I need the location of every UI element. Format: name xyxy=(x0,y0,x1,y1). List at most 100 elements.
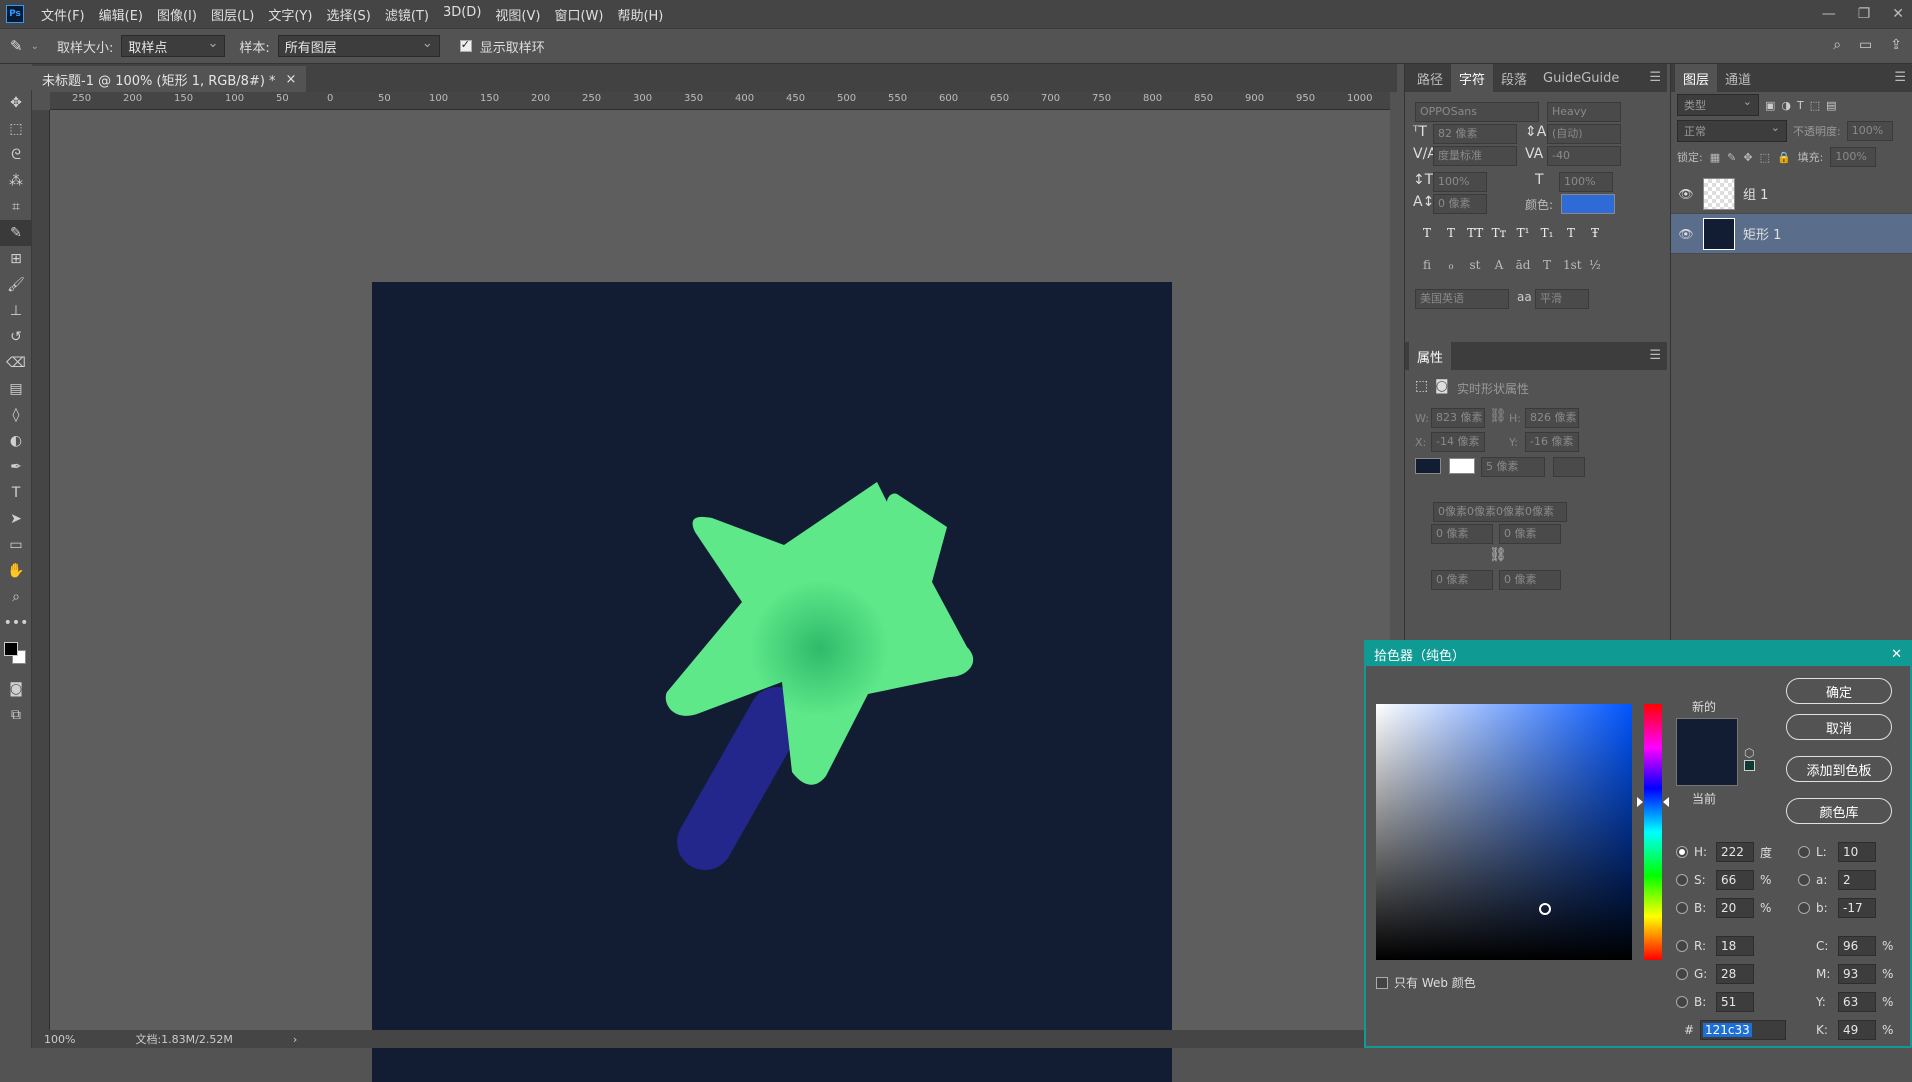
corner-radius-tr-field[interactable]: 0 像素 xyxy=(1499,524,1561,544)
dodge-tool-icon[interactable]: ◐ xyxy=(0,428,32,454)
quick-mask-icon[interactable]: ◙ xyxy=(0,676,32,702)
blend-mode-select[interactable]: 正常 xyxy=(1677,120,1787,142)
corner-radius-tl-field[interactable]: 0 像素 xyxy=(1431,524,1493,544)
leading-field[interactable]: (自动) xyxy=(1547,124,1621,144)
opentype-button[interactable]: A xyxy=(1491,258,1507,272)
menu-item[interactable]: 帮助(H) xyxy=(610,5,670,24)
healing-tool-icon[interactable]: ⊞ xyxy=(0,246,32,272)
y-field[interactable]: -16 像素 xyxy=(1525,432,1579,452)
link-icon[interactable]: ⛓ xyxy=(1489,408,1507,424)
baseline-field[interactable]: 0 像素 xyxy=(1433,194,1487,214)
horizontal-scale-field[interactable]: 100% xyxy=(1559,172,1613,192)
type-style-button[interactable]: Ŧ xyxy=(1587,226,1603,240)
menu-item[interactable]: 视图(V) xyxy=(488,5,547,24)
document-tab[interactable]: 未标题-1 @ 100% (矩形 1, RGB/8#) * × xyxy=(32,66,307,92)
brush-tool-icon[interactable]: 🖌 xyxy=(0,272,32,298)
filter-smart-icon[interactable]: ▤ xyxy=(1826,99,1836,112)
close-icon[interactable]: ✕ xyxy=(1892,6,1904,22)
blur-tool-icon[interactable]: ◊ xyxy=(0,402,32,428)
show-ring-checkbox[interactable] xyxy=(459,38,472,52)
filter-shape-icon[interactable]: ⬚ xyxy=(1810,99,1820,112)
a-input[interactable]: 2 xyxy=(1838,870,1876,890)
opentype-button[interactable]: ℴ xyxy=(1443,258,1459,272)
add-to-swatches-button[interactable]: 添加到色板 xyxy=(1786,756,1892,782)
hand-tool-icon[interactable]: ✋ xyxy=(0,558,32,584)
layers-menu-icon[interactable]: ☰ xyxy=(1894,70,1906,85)
font-size-field[interactable]: 82 像素 xyxy=(1433,124,1517,144)
panel-menu-icon[interactable]: ☰ xyxy=(1649,70,1661,85)
history-brush-icon[interactable]: ↺ xyxy=(0,324,32,350)
lock-all-icon[interactable]: 🔒 xyxy=(1777,151,1791,164)
minimize-icon[interactable]: — xyxy=(1822,6,1836,22)
web-safe-swatch[interactable] xyxy=(1744,760,1755,771)
gradient-tool-icon[interactable]: ▤ xyxy=(0,376,32,402)
character-panel-tab[interactable]: 路径 xyxy=(1409,64,1451,92)
tracking-field[interactable]: -40 xyxy=(1547,146,1621,166)
k-input[interactable]: 49 xyxy=(1838,1020,1876,1040)
opentype-button[interactable]: 1st xyxy=(1563,258,1582,272)
hue-slider[interactable] xyxy=(1637,704,1669,960)
brightness-input[interactable]: 20 xyxy=(1716,898,1754,918)
lock-artboard-icon[interactable]: ⬚ xyxy=(1760,151,1770,164)
move-tool-icon[interactable]: ✥ xyxy=(0,90,32,116)
lock-pixels-icon[interactable]: ✎ xyxy=(1727,151,1736,164)
layer-row-rectangle[interactable]: 👁 矩形 1 xyxy=(1671,214,1912,254)
stroke-size-field[interactable]: 5 像素 xyxy=(1481,457,1545,477)
artboard[interactable] xyxy=(372,282,1172,1082)
lab-b-input[interactable]: -17 xyxy=(1838,898,1876,918)
h-input[interactable]: 222 xyxy=(1716,842,1754,862)
hue-handle-right[interactable] xyxy=(1663,797,1669,808)
a-radio[interactable] xyxy=(1798,874,1810,886)
type-style-button[interactable]: T xyxy=(1443,226,1459,240)
close-tab-icon[interactable]: × xyxy=(286,72,297,87)
pen-tool-icon[interactable]: ✒ xyxy=(0,454,32,480)
language-select[interactable]: 美国英语 xyxy=(1415,289,1509,309)
g-radio[interactable] xyxy=(1676,968,1688,980)
path-select-tool-icon[interactable]: ➤ xyxy=(0,506,32,532)
blue-radio[interactable] xyxy=(1676,996,1688,1008)
width-field[interactable]: 823 像素 xyxy=(1431,408,1485,428)
stamp-tool-icon[interactable]: ⊥ xyxy=(0,298,32,324)
type-style-button[interactable]: T₁ xyxy=(1539,226,1555,240)
zoom-tool-icon[interactable]: ⌕ xyxy=(0,584,32,610)
menu-item[interactable]: 3D(D) xyxy=(436,5,488,24)
r-radio[interactable] xyxy=(1676,940,1688,952)
opentype-button[interactable]: T xyxy=(1539,258,1555,272)
character-panel-tab[interactable]: 字符 xyxy=(1451,64,1494,92)
chevron-down-icon[interactable]: ⌄ xyxy=(31,41,39,52)
dialog-titlebar[interactable]: 拾色器（纯色） ✕ xyxy=(1366,642,1910,666)
web-only-checkbox[interactable] xyxy=(1376,976,1388,989)
sample-select[interactable]: 所有图层 xyxy=(277,35,440,57)
foreground-color-swatch[interactable] xyxy=(4,642,18,656)
type-style-button[interactable]: T xyxy=(1563,226,1579,240)
marquee-tool-icon[interactable]: ⬚ xyxy=(0,116,32,142)
lasso-tool-icon[interactable]: ᘓ xyxy=(0,142,32,168)
search-icon[interactable]: ⌕ xyxy=(1833,37,1841,53)
g-input[interactable]: 28 xyxy=(1716,964,1754,984)
color-swatches[interactable] xyxy=(0,636,32,676)
kerning-field[interactable]: 度量标准 xyxy=(1433,146,1517,166)
color-libraries-button[interactable]: 颜色库 xyxy=(1786,798,1892,824)
cancel-button[interactable]: 取消 xyxy=(1786,714,1892,740)
s-radio[interactable] xyxy=(1676,874,1688,886)
link-radius-icon[interactable]: ⛓ xyxy=(1489,547,1507,563)
s-input[interactable]: 66 xyxy=(1716,870,1754,890)
canvas-area[interactable] xyxy=(50,110,1390,1082)
font-style-select[interactable]: Heavy xyxy=(1547,102,1621,122)
type-style-button[interactable]: T xyxy=(1419,226,1435,240)
menu-item[interactable]: 文件(F) xyxy=(34,5,92,24)
r-input[interactable]: 18 xyxy=(1716,936,1754,956)
filter-adjust-icon[interactable]: ◑ xyxy=(1781,99,1791,112)
fill-color-swatch[interactable] xyxy=(1415,458,1441,474)
lock-position-icon[interactable]: ✥ xyxy=(1743,151,1752,164)
opentype-button[interactable]: fi xyxy=(1419,258,1435,272)
lab-b-radio[interactable] xyxy=(1798,902,1810,914)
character-panel-tab[interactable]: 段落 xyxy=(1493,64,1535,92)
mask-properties-icon[interactable]: ◙ xyxy=(1435,378,1449,394)
filter-type-icon[interactable]: T xyxy=(1797,99,1804,112)
hue-handle-left[interactable] xyxy=(1637,797,1643,808)
corner-radius-br-field[interactable]: 0 像素 xyxy=(1499,570,1561,590)
layer-filter-select[interactable]: 类型 xyxy=(1677,94,1759,116)
hex-input[interactable]: 121c33 xyxy=(1700,1020,1786,1040)
brightness-radio[interactable] xyxy=(1676,902,1688,914)
